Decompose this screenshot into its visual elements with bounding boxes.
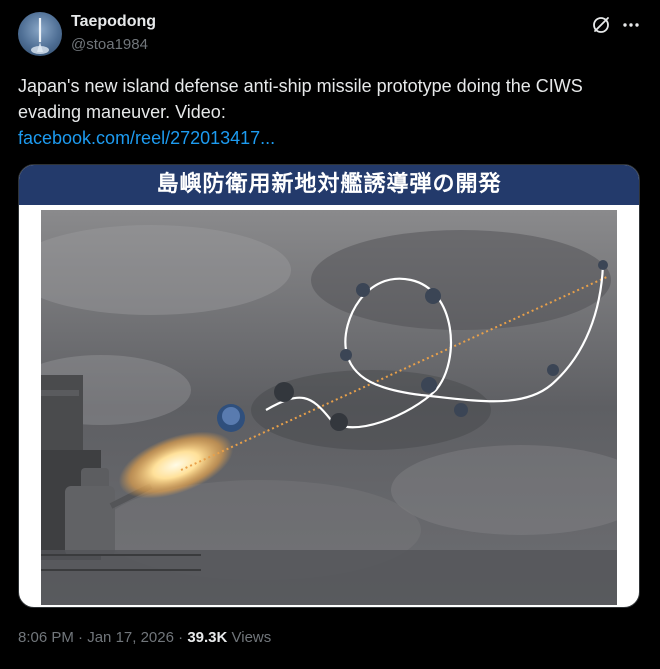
tweet-body: Japan's new island defense anti-ship mis…: [18, 73, 638, 151]
author-name[interactable]: Taepodong: [71, 13, 156, 31]
media-image[interactable]: 島嶼防衛用新地対艦誘導弾の開発: [18, 164, 640, 608]
views-label: Views: [227, 629, 272, 646]
tweet-date[interactable]: Jan 17, 2026: [87, 629, 174, 646]
tweet-text: Japan's new island defense anti-ship mis…: [18, 76, 583, 122]
meta-separator: ·: [173, 629, 188, 646]
missile-photo: [41, 210, 617, 605]
avatar-image: [31, 18, 49, 54]
media-banner-text: 島嶼防衛用新地対艦誘導弾の開発: [19, 165, 639, 205]
grok-icon: [593, 17, 609, 33]
tweet-time[interactable]: 8:06 PM: [18, 629, 74, 646]
more-icon: [623, 23, 639, 27]
views-count: 39.3K: [187, 629, 228, 646]
tweet-meta: 8:06 PM · Jan 17, 2026 · 39.3K Views: [18, 629, 271, 646]
grok-button[interactable]: [588, 12, 614, 38]
more-button[interactable]: [618, 12, 644, 38]
tweet: Taepodong @stoa1984 Japan's new island d…: [0, 0, 660, 669]
meta-separator: ·: [73, 629, 88, 646]
tweet-link[interactable]: facebook.com/reel/272013417...: [18, 128, 275, 148]
author-handle[interactable]: @stoa1984: [71, 36, 148, 53]
avatar[interactable]: [18, 12, 62, 56]
